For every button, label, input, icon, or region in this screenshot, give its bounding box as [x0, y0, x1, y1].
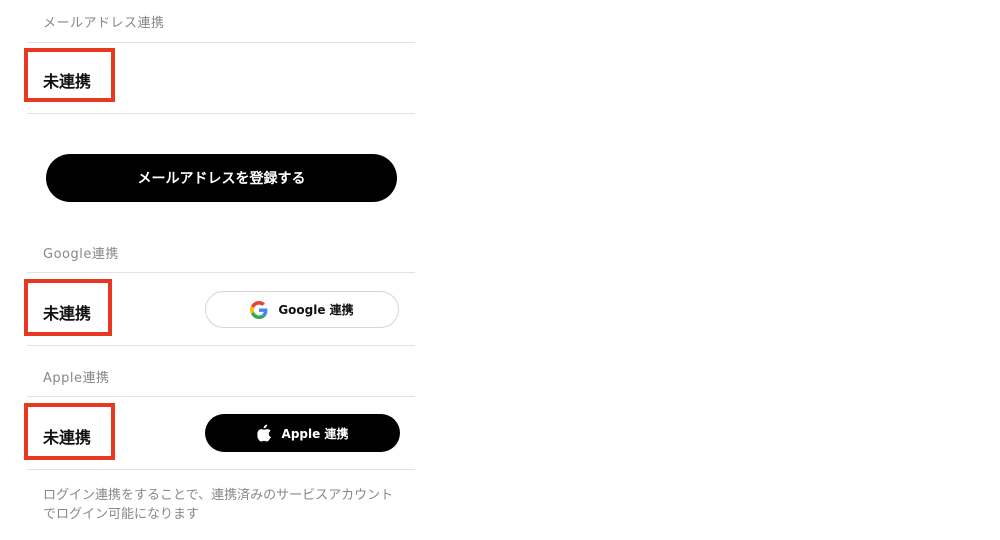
apple-section-label: Apple連携 [43, 371, 110, 386]
google-link-status: 未連携 [43, 304, 92, 323]
account-linking-panel: メールアドレス連携 未連携 メールアドレスを登録する Google連携 未連携 … [24, 0, 415, 540]
google-link-button[interactable]: Google 連携 [205, 291, 399, 328]
apple-link-button[interactable]: Apple 連携 [205, 414, 400, 452]
apple-icon [256, 424, 272, 442]
register-email-button[interactable]: メールアドレスを登録する [46, 154, 397, 202]
google-section-label: Google連携 [43, 247, 119, 262]
email-link-status: 未連携 [43, 72, 92, 91]
email-section-label: メールアドレス連携 [43, 16, 165, 31]
divider [27, 42, 415, 43]
linking-note: ログイン連携をすることで、連携済みのサービスアカウント でログイン可能になります [43, 486, 423, 524]
google-icon [250, 300, 268, 319]
divider [27, 113, 415, 114]
divider [27, 272, 415, 273]
linking-note-line: ログイン連携をすることで、連携済みのサービスアカウント [43, 488, 394, 503]
divider [27, 396, 415, 397]
google-link-button-label: Google 連携 [278, 303, 354, 317]
register-email-button-label: メールアドレスを登録する [137, 171, 306, 187]
apple-link-button-label: Apple 連携 [281, 426, 349, 441]
linking-note-line: でログイン可能になります [43, 507, 200, 522]
apple-link-status: 未連携 [43, 428, 92, 447]
divider [27, 469, 415, 470]
divider [27, 345, 415, 346]
